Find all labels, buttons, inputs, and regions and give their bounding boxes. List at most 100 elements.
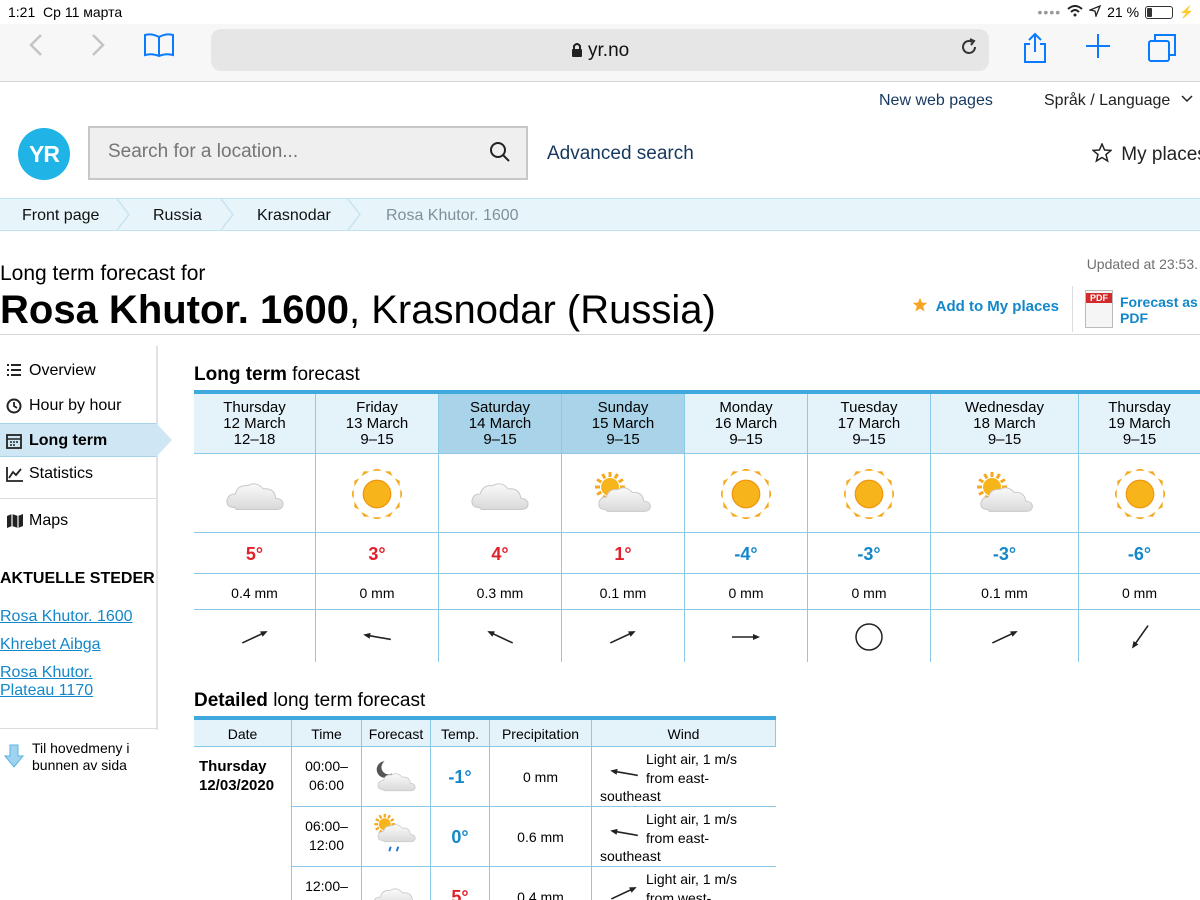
detailed-column-header: Wind xyxy=(592,720,776,747)
arrow-down-icon[interactable] xyxy=(3,744,25,773)
status-date: Ср 11 марта xyxy=(43,4,123,20)
detailed-column-header: Forecast xyxy=(362,720,431,747)
wind-speed: Light air, 1 m/s xyxy=(646,871,738,887)
star-icon xyxy=(912,297,936,315)
forecast-temperature: -3° xyxy=(808,534,930,574)
pdf-label-line2: PDF xyxy=(1120,310,1148,326)
forecast-day-header: Thursday 19 March 9–15 xyxy=(1079,394,1200,454)
nav-statistics-label: Statistics xyxy=(29,465,94,482)
forecast-precipitation: 0.1 mm xyxy=(931,575,1078,610)
detailed-precipitation: 0.4 mm xyxy=(490,867,592,900)
wind-from: from east- xyxy=(646,830,710,846)
share-icon[interactable] xyxy=(1022,32,1048,71)
nav-long-term-label: Long term xyxy=(29,432,108,449)
wind-direction-icon xyxy=(562,611,684,662)
wind-speed: Light air, 1 m/s xyxy=(646,811,738,827)
charging-icon: ⚡ xyxy=(1179,5,1194,19)
weather-symbol-icon xyxy=(362,867,431,900)
forecast-day-name: Monday xyxy=(719,399,773,416)
detailed-day-name: Thursday xyxy=(199,758,267,775)
recent-place-link[interactable]: Rosa Khutor. 1600 xyxy=(0,608,133,626)
forecast-day-hours: 9–15 xyxy=(483,431,517,448)
url-field[interactable]: yr.no xyxy=(211,29,989,71)
breadcrumb-russia[interactable]: Russia xyxy=(153,207,202,225)
list-icon xyxy=(6,363,22,382)
back-icon[interactable] xyxy=(28,32,44,65)
nav-long-term[interactable]: Long term xyxy=(0,423,157,457)
wind-description: Light air, 1 m/s from east- xyxy=(646,750,776,788)
new-web-pages-link[interactable]: New web pages xyxy=(879,92,993,110)
battery-icon xyxy=(1145,5,1174,19)
place-name: Rosa Khutor. 1600 xyxy=(0,288,350,332)
tabs-icon[interactable] xyxy=(1146,32,1178,71)
breadcrumb-front-page[interactable]: Front page xyxy=(22,207,99,225)
forecast-day-column: Wednesday 18 March 9–15 -3° 0.1 mm xyxy=(931,394,1079,662)
forecast-day-name: Friday xyxy=(356,399,398,416)
advanced-search-link[interactable]: Advanced search xyxy=(547,143,694,165)
forecast-day-hours: 9–15 xyxy=(606,431,640,448)
my-places-label: My places xyxy=(1121,144,1200,165)
forecast-temperature: 3° xyxy=(316,534,438,574)
language-menu[interactable]: Språk / Language xyxy=(1044,92,1193,110)
nav-maps[interactable]: Maps xyxy=(0,504,157,538)
wind-from: from west- xyxy=(646,890,712,900)
wind-speed: Light air, 1 m/s xyxy=(646,751,738,767)
reload-icon[interactable] xyxy=(959,37,979,63)
search-input[interactable] xyxy=(108,141,488,163)
forecast-day-header: Thursday 12 March 12–18 xyxy=(194,394,315,454)
forecast-day-name: Tuesday xyxy=(840,399,898,416)
nav-overview[interactable]: Overview xyxy=(0,354,157,388)
bookmarks-icon[interactable] xyxy=(143,32,175,65)
nav-divider xyxy=(0,728,156,729)
nav-statistics[interactable]: Statistics xyxy=(0,457,157,491)
detailed-time-start: 00:00– xyxy=(305,758,348,774)
recent-places-heading: AKTUELLE STEDER xyxy=(0,570,155,587)
forecast-day-date: 19 March xyxy=(1108,415,1171,432)
forecast-day-name: Thursday xyxy=(223,399,286,416)
nav-hour-by-hour[interactable]: Hour by hour xyxy=(0,389,157,423)
my-places-link[interactable]: My places xyxy=(1091,142,1200,166)
battery-percent: 21 % xyxy=(1107,4,1140,20)
forecast-precipitation: 0.4 mm xyxy=(194,575,315,610)
forecast-day-column: Saturday 14 March 9–15 4° 0.3 mm xyxy=(439,394,562,662)
detailed-wind-cell: Light air, 1 m/s from east- southeast xyxy=(592,747,776,807)
detailed-time-start: 06:00– xyxy=(305,818,348,834)
forecast-day-date: 15 March xyxy=(591,415,655,432)
weather-symbol-icon xyxy=(316,455,438,533)
recent-place-link[interactable]: Khrebet Aibga xyxy=(0,636,101,654)
wind-direction-icon xyxy=(1079,611,1200,662)
detailed-column-header: Date xyxy=(194,720,292,747)
long-term-table: Thursday 12 March 12–18 5° 0.4 mm Friday… xyxy=(194,390,1200,662)
yr-logo[interactable]: YR xyxy=(18,128,70,180)
status-time-date: 1:21 Ср 11 марта xyxy=(8,4,122,20)
new-tab-icon[interactable] xyxy=(1084,32,1112,67)
recent-place-link[interactable]: Rosa Khutor. Plateau 1170 xyxy=(0,664,150,700)
wind-direction-icon xyxy=(808,611,930,662)
detailed-column-header: Precipitation xyxy=(490,720,592,747)
search-icon[interactable] xyxy=(488,140,512,169)
nav-maps-label: Maps xyxy=(29,512,69,529)
forecast-day-header: Monday 16 March 9–15 xyxy=(685,394,807,454)
forecast-day-column: Thursday 19 March 9–15 -6° 0 mm xyxy=(1079,394,1200,662)
breadcrumb: Front page Russia Krasnodar Rosa Khutor.… xyxy=(0,198,1200,231)
chevron-down-icon xyxy=(1175,92,1193,109)
forward-icon[interactable] xyxy=(90,32,106,65)
add-to-my-places-button[interactable]: Add to My places xyxy=(912,297,1059,315)
forecast-temperature: -6° xyxy=(1079,534,1200,574)
forecast-day-hours: 9–15 xyxy=(852,431,886,448)
weather-symbol-icon xyxy=(562,455,684,533)
weather-symbol-icon xyxy=(194,455,315,533)
location-search[interactable] xyxy=(88,126,528,180)
forecast-day-name: Sunday xyxy=(597,399,649,416)
detailed-date-cell: Thursday 12/03/2020 xyxy=(194,747,292,900)
place-region: , Krasnodar (Russia) xyxy=(349,288,716,332)
detailed-heading: Detailed long term forecast xyxy=(194,690,425,712)
detailed-date: 12/03/2020 xyxy=(199,777,275,794)
wind-direction-icon xyxy=(606,875,642,900)
forecast-pdf-link[interactable]: PDF Forecast as PDF xyxy=(1072,286,1200,332)
clock-icon xyxy=(6,398,22,419)
bottom-menu-link[interactable]: Til hovedmeny i bunnen av sida xyxy=(32,740,152,774)
forecast-day-header: Wednesday 18 March 9–15 xyxy=(931,394,1078,454)
chart-icon xyxy=(6,466,24,487)
breadcrumb-krasnodar[interactable]: Krasnodar xyxy=(257,207,331,225)
